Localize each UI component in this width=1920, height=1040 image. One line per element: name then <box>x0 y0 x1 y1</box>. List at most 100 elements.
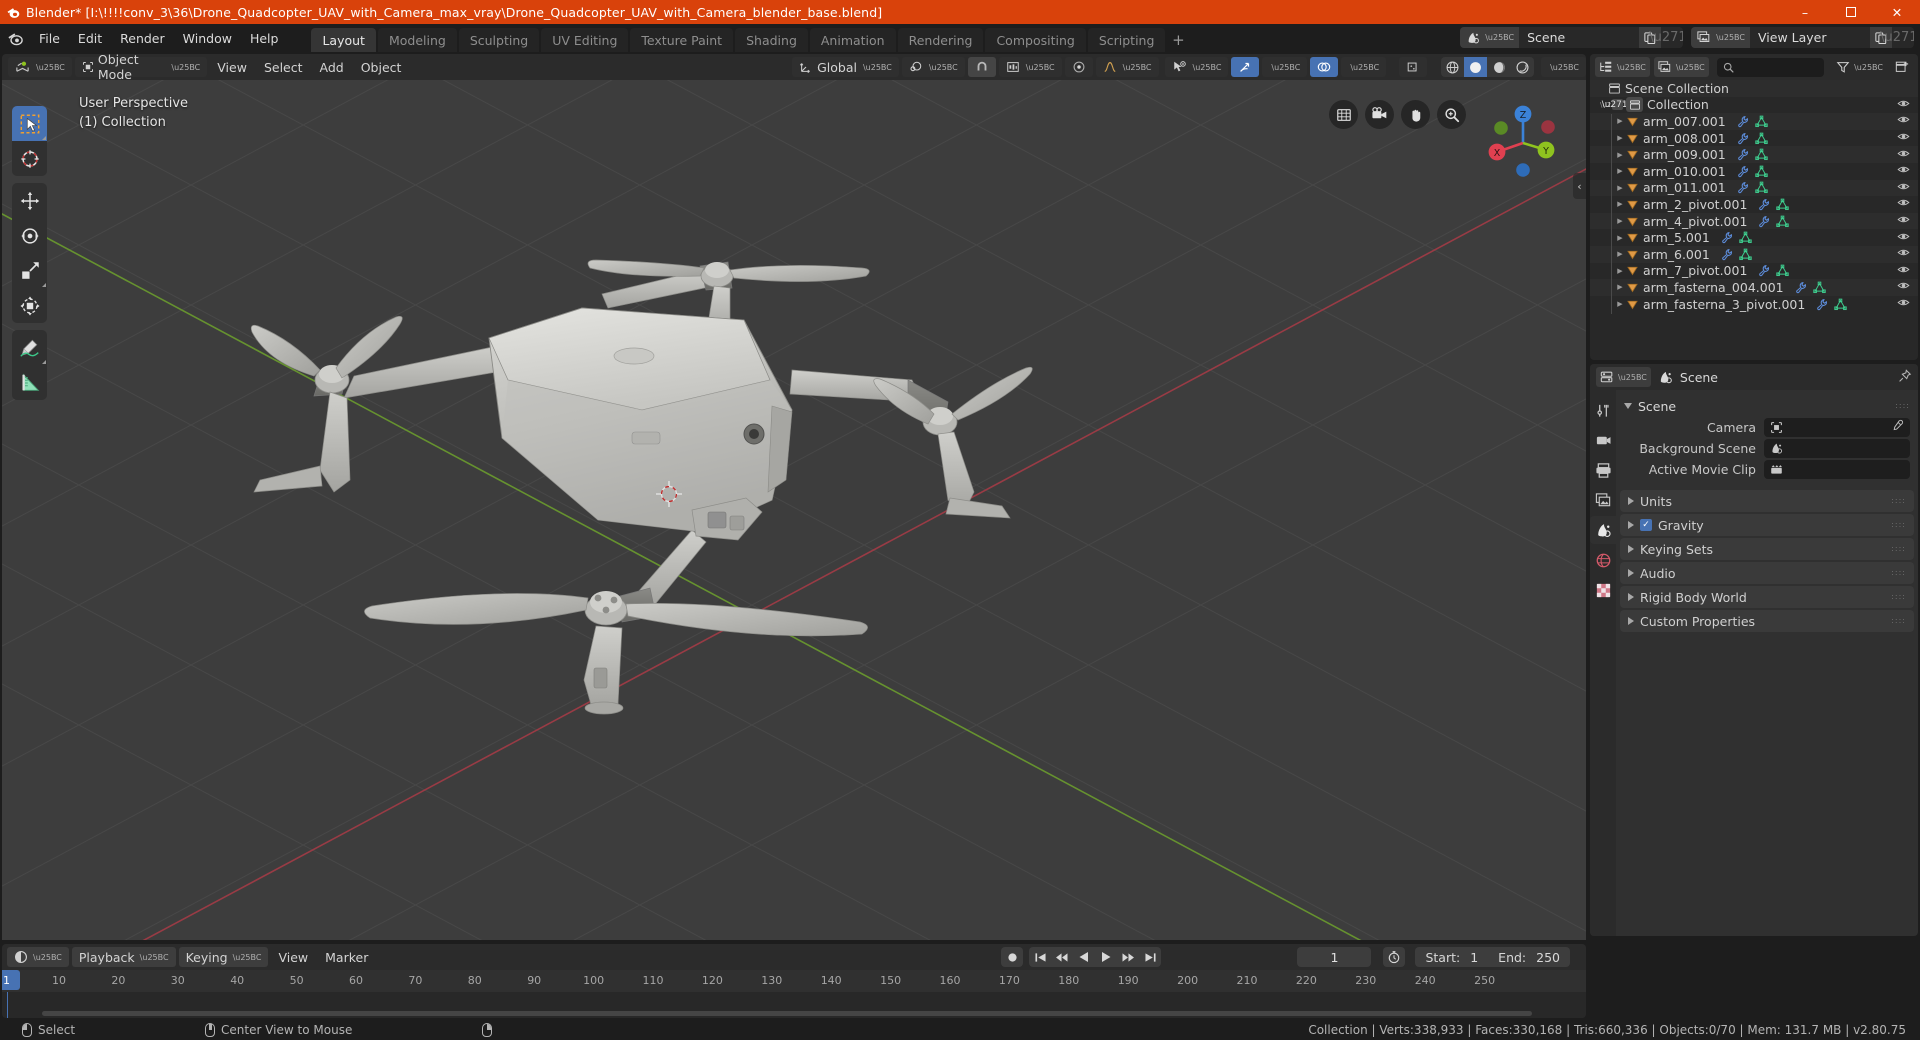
mesh-data-icon[interactable] <box>1776 264 1790 277</box>
outliner-row-object[interactable]: ▶ arm_6.001 <box>1590 245 1918 263</box>
outliner-row-collection[interactable]: \u25BC \u2713 Collection <box>1590 96 1918 114</box>
visibility-eye-icon[interactable] <box>1897 263 1910 279</box>
jump-to-end-button[interactable] <box>1139 947 1161 967</box>
properties-tab-render[interactable] <box>1590 426 1616 454</box>
timeline-menu-marker[interactable]: Marker <box>318 947 375 967</box>
jump-to-start-button[interactable] <box>1029 947 1051 967</box>
material-preview-shading-button[interactable] <box>1487 57 1510 77</box>
timeline-menu-keying[interactable]: Keying \u25BC <box>178 947 269 967</box>
viewport-sidebar-toggle[interactable]: ‹ <box>1573 173 1586 199</box>
visibility-eye-icon[interactable] <box>1897 147 1910 163</box>
workspace-tab-uv-editing[interactable]: UV Editing <box>541 28 629 52</box>
mesh-data-icon[interactable] <box>1739 248 1752 261</box>
modifier-wrench-icon[interactable] <box>1736 165 1749 178</box>
prev-keyframe-button[interactable] <box>1051 947 1073 967</box>
mesh-data-icon[interactable] <box>1755 148 1768 161</box>
editor-type-3dview-icon[interactable]: \u25BC <box>8 57 72 77</box>
visibility-eye-icon[interactable] <box>1897 246 1910 262</box>
visibility-eye-icon[interactable] <box>1897 296 1910 312</box>
expand-triangle-icon[interactable]: ▶ <box>1614 217 1626 225</box>
properties-panel-audio[interactable]: Audio:::: <box>1620 562 1914 584</box>
properties-panel-rigid-body-world[interactable]: Rigid Body World:::: <box>1620 586 1914 608</box>
eyedropper-icon[interactable] <box>1891 419 1904 435</box>
properties-panel-keying-sets[interactable]: Keying Sets:::: <box>1620 538 1914 560</box>
modifier-wrench-icon[interactable] <box>1757 198 1770 211</box>
current-frame-field[interactable]: 1 <box>1297 947 1372 967</box>
menu-help[interactable]: Help <box>241 28 288 48</box>
close-button[interactable]: ✕ <box>1874 0 1920 24</box>
expand-triangle-icon[interactable]: ▶ <box>1614 184 1626 192</box>
expand-triangle-icon[interactable]: ▶ <box>1614 300 1626 308</box>
outliner-display-mode-icon[interactable]: \u25BC <box>1595 57 1650 77</box>
visibility-eye-icon[interactable] <box>1897 196 1910 212</box>
scene-icon[interactable]: \u25BC <box>1460 27 1520 48</box>
mesh-data-icon[interactable] <box>1755 181 1768 194</box>
mesh-data-icon[interactable] <box>1755 165 1768 178</box>
outliner-filter-icon[interactable]: \u25BC <box>1832 57 1887 77</box>
cursor-tool[interactable] <box>12 141 47 176</box>
blender-menu-icon[interactable] <box>0 24 30 52</box>
start-frame-field[interactable]: Start: 1 <box>1415 947 1488 967</box>
mesh-data-icon[interactable] <box>1755 115 1768 128</box>
outliner-row-object[interactable]: ▶ arm_007.001 <box>1590 113 1918 130</box>
outliner-row-object[interactable]: ▶ arm_fasterna_004.001 <box>1590 279 1918 296</box>
overlays-toggle-icon[interactable] <box>1310 57 1339 77</box>
properties-panel-gravity[interactable]: ✓ Gravity:::: <box>1620 514 1914 536</box>
expand-triangle-icon[interactable]: ▶ <box>1614 117 1626 125</box>
measure-tool[interactable] <box>12 365 47 400</box>
unlink-scene-icon[interactable]: \u2715 <box>1649 27 1684 48</box>
workspace-tab-shading[interactable]: Shading <box>735 28 808 52</box>
xray-toggle-icon[interactable] <box>1399 57 1428 77</box>
solid-shading-button[interactable] <box>1463 57 1488 77</box>
menu-edit[interactable]: Edit <box>69 28 111 48</box>
mesh-data-icon[interactable] <box>1834 298 1847 311</box>
view-layer-name[interactable]: View Layer <box>1750 27 1870 48</box>
mesh-data-icon[interactable] <box>1739 231 1752 244</box>
outliner-row-object[interactable]: ▶ arm_011.001 <box>1590 179 1918 197</box>
proportional-edit-icon[interactable] <box>1064 57 1093 77</box>
next-keyframe-button[interactable] <box>1117 947 1139 967</box>
camera-field[interactable] <box>1764 417 1910 437</box>
properties-tab-view-layer[interactable] <box>1590 486 1616 514</box>
visibility-eye-icon[interactable] <box>1897 279 1910 295</box>
viewport-3d-canvas[interactable]: User Perspective (1) Collection Z X Y ‹ <box>2 80 1586 940</box>
snap-target-selector[interactable]: \u25BC <box>998 57 1062 77</box>
remove-view-layer-icon[interactable]: \u2715 <box>1880 27 1914 48</box>
expand-triangle-icon[interactable]: ▶ <box>1614 250 1626 258</box>
outliner-row-object[interactable]: ▶ arm_5.001 <box>1590 229 1918 246</box>
shading-options-selector[interactable]: \u25BC <box>1541 57 1586 77</box>
modifier-wrench-icon[interactable] <box>1815 298 1828 311</box>
outliner-row-object[interactable]: ▶ arm_4_pivot.001 <box>1590 212 1918 230</box>
overlays-options-selector[interactable]: \u25BC <box>1341 57 1387 77</box>
modifier-wrench-icon[interactable] <box>1736 181 1749 194</box>
mesh-data-icon[interactable] <box>1776 198 1790 211</box>
proportional-falloff-selector[interactable]: \u25BC <box>1095 57 1159 77</box>
transform-orientation-selector[interactable]: Global \u25BC <box>792 57 899 77</box>
scene-panel-header[interactable]: Scene :::: <box>1616 396 1918 416</box>
snap-magnet-icon[interactable] <box>967 57 996 77</box>
gizmo-options-selector[interactable]: \u25BC <box>1262 57 1308 77</box>
add-workspace-button[interactable]: + <box>1167 28 1189 52</box>
expand-triangle-icon[interactable]: ▶ <box>1614 151 1626 159</box>
drone-quadcopter-model[interactable] <box>2 80 1586 940</box>
gravity-checkbox[interactable]: ✓ <box>1640 519 1652 531</box>
outliner-row-object[interactable]: ▶ arm_010.001 <box>1590 162 1918 180</box>
scene-name[interactable]: Scene <box>1519 27 1640 48</box>
outliner-search-input[interactable] <box>1716 57 1825 77</box>
move-tool[interactable] <box>12 183 47 218</box>
outliner-row-object[interactable]: ▶ arm_008.001 <box>1590 129 1918 147</box>
auto-keyframe-icon[interactable] <box>1001 947 1024 967</box>
workspace-tab-layout[interactable]: Layout <box>311 28 376 52</box>
visibility-eye-icon[interactable] <box>1897 130 1910 146</box>
toggle-orthographic-icon[interactable] <box>1329 100 1358 129</box>
outliner-row-scene-collection[interactable]: Scene Collection <box>1590 80 1918 97</box>
workspace-tab-scripting[interactable]: Scripting <box>1087 28 1166 52</box>
modifier-wrench-icon[interactable] <box>1794 281 1807 294</box>
viewport-menu-select[interactable]: Select <box>257 57 310 77</box>
visibility-eye-icon[interactable] <box>1897 230 1910 246</box>
visibility-eye-icon[interactable] <box>1897 180 1910 196</box>
active-movie-clip-field[interactable] <box>1764 459 1910 479</box>
menu-render[interactable]: Render <box>111 28 174 48</box>
rotate-tool[interactable] <box>12 218 47 253</box>
outliner-row-object[interactable]: ▶ arm_7_pivot.001 <box>1590 262 1918 280</box>
